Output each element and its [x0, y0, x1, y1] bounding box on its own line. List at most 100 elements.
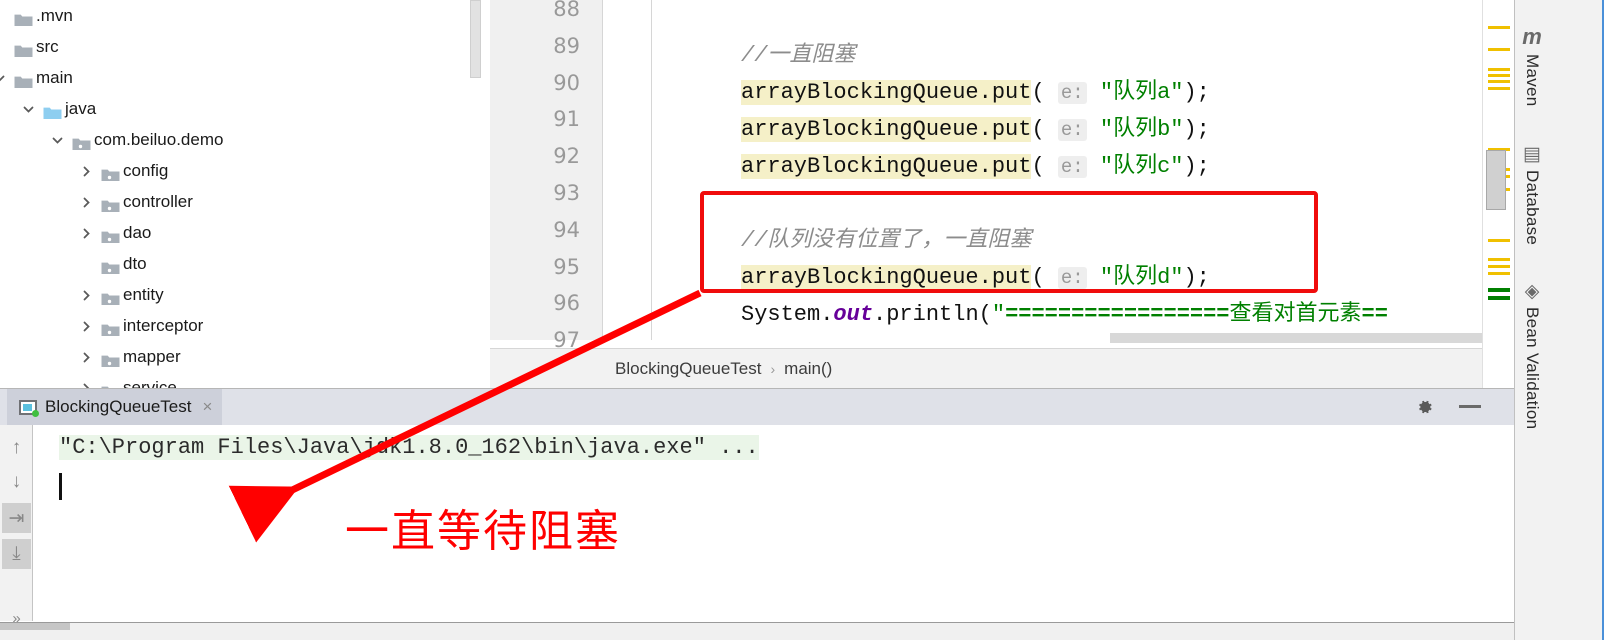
editor-marker-strip[interactable] [1482, 0, 1514, 388]
warning-marker[interactable] [1488, 48, 1510, 51]
chinese-text: 查看对首元素 [1229, 302, 1362, 327]
run-tab-bar: BlockingQueueTest × [0, 389, 1514, 425]
line-number: 89 [553, 33, 580, 58]
right-tool-window-bar[interactable]: m Maven ▤ Database ◈ Bean Validation [1514, 0, 1604, 640]
console-toolbar[interactable]: ↑ ↓ ⇥ ⤓» [0, 425, 33, 627]
tool-window-button-bean-validation[interactable]: ◈ Bean Validation [1515, 282, 1549, 429]
paren-close: ); [1183, 117, 1210, 142]
folder-icon [101, 310, 120, 341]
paren-open: ( [1031, 154, 1045, 179]
breadcrumb-method[interactable]: main() [784, 359, 832, 379]
tree-item-com-beiluo-demo[interactable]: com.beiluo.demo [0, 124, 470, 155]
annotation-label: 一直等待阻塞 [345, 506, 621, 557]
method-call: arrayBlockingQueue.put [741, 265, 1032, 290]
warning-marker[interactable] [1488, 68, 1510, 71]
marker-strip-thumb[interactable] [1486, 150, 1506, 210]
project-tree-panel[interactable]: .mvn src main java com.beiluo.demo config cont… [0, 0, 470, 388]
parameter-hint: e: [1057, 119, 1087, 141]
arrow-up-icon[interactable]: ↑ [2, 433, 31, 463]
chevron-right-icon[interactable] [79, 341, 93, 372]
database-icon: ▤ [1523, 144, 1541, 165]
folder-icon [101, 217, 120, 248]
string-marker[interactable] [1488, 296, 1510, 300]
tree-item-label: main [36, 68, 73, 87]
tree-item-service[interactable]: service [0, 372, 470, 388]
tree-item-entity[interactable]: entity [0, 279, 470, 310]
scroll-to-end-icon[interactable]: ⤓ [2, 539, 31, 569]
console-caret [59, 473, 62, 500]
paren-close: ); [1183, 154, 1210, 179]
warning-marker[interactable] [1488, 26, 1510, 29]
line-number: 88 [553, 0, 580, 21]
chevron-right-icon[interactable] [79, 310, 93, 341]
chevron-right-icon[interactable] [79, 372, 93, 388]
chevron-down-icon[interactable] [0, 62, 6, 93]
project-tree-gutter [482, 0, 490, 388]
editor-fold-gutter[interactable] [603, 0, 652, 340]
chevron-down-icon[interactable] [21, 93, 35, 124]
tree-item-mapper[interactable]: mapper [0, 341, 470, 372]
code-comment-line: //一直阻塞 [741, 36, 855, 68]
comment-text: //一直阻塞 [741, 43, 856, 68]
breadcrumb-class[interactable]: BlockingQueueTest [615, 359, 761, 379]
warning-marker[interactable] [1488, 265, 1510, 268]
tree-item-controller[interactable]: controller [0, 186, 470, 217]
status-bar-indicator [0, 623, 70, 630]
run-tool-window[interactable]: BlockingQueueTest × ↑ ↓ ⇥ ⤓» "C:\Program Fi… [0, 388, 1514, 627]
tree-item-main[interactable]: main [0, 62, 470, 93]
console-output-area[interactable]: "C:\Program Files\Java\jdk1.8.0_162\bin\… [34, 425, 1514, 620]
run-tab-blockingqueuetest[interactable]: BlockingQueueTest × [7, 389, 223, 425]
warning-marker[interactable] [1488, 272, 1510, 275]
folder-icon [101, 186, 120, 217]
tool-window-button-database[interactable]: ▤ Database [1515, 145, 1549, 245]
tree-item-config[interactable]: config [0, 155, 470, 186]
warning-marker[interactable] [1488, 87, 1510, 90]
project-tree-scrollbar[interactable] [470, 0, 481, 78]
breadcrumb-separator-icon: › [770, 360, 776, 377]
tool-window-button-maven[interactable]: m Maven [1515, 26, 1549, 107]
breadcrumb[interactable]: BlockingQueueTest › main() [490, 348, 1504, 388]
gear-icon[interactable] [1416, 398, 1434, 416]
tree-item-java[interactable]: java [0, 93, 470, 124]
warning-marker[interactable] [1488, 239, 1510, 242]
run-tab-label: BlockingQueueTest [45, 397, 192, 416]
tree-item-label: mapper [123, 347, 181, 366]
close-icon[interactable]: × [202, 397, 212, 417]
folder-icon [101, 248, 120, 279]
chevron-right-icon[interactable] [79, 186, 93, 217]
string-argument: "队列c" [1099, 154, 1184, 179]
equals-separator-tail: == [1361, 302, 1388, 327]
warning-marker[interactable] [1488, 74, 1510, 77]
line-number: 92 [553, 144, 580, 169]
tree-item-label: entity [123, 285, 164, 304]
string-argument: "队列d" [1099, 265, 1184, 290]
chevron-right-icon[interactable] [79, 279, 93, 310]
tree-item-interceptor[interactable]: interceptor [0, 310, 470, 341]
code-statement-line: arrayBlockingQueue.put( e: "队列d"); [741, 258, 1210, 290]
code-println-line: System.out.println("=================查看对… [741, 295, 1388, 327]
tree-item-label: java [65, 99, 97, 118]
method-call: arrayBlockingQueue.put [741, 154, 1032, 179]
warning-marker[interactable] [1488, 80, 1510, 83]
chevron-right-icon[interactable] [79, 155, 93, 186]
out-field: out [833, 302, 874, 327]
chevron-right-icon[interactable] [79, 217, 93, 248]
code-comment-line: //队列没有位置了，一直阻塞 [741, 221, 1031, 253]
bean-validation-icon: ◈ [1524, 281, 1540, 302]
minimize-icon[interactable] [1459, 405, 1481, 408]
arrow-down-icon[interactable]: ↓ [2, 467, 31, 497]
soft-wrap-icon[interactable]: ⇥ [2, 503, 31, 533]
paren-close: ); [1183, 80, 1210, 105]
chevron-down-icon[interactable] [50, 124, 64, 155]
tool-window-label: Bean Validation [1523, 307, 1542, 430]
paren-open: ( [1031, 117, 1045, 142]
code-content-area[interactable]: //一直阻塞 arrayBlockingQueue.put( e: "队列a");… [653, 0, 1504, 330]
string-marker[interactable] [1488, 288, 1510, 292]
tree-item--mvn[interactable]: .mvn [0, 0, 470, 31]
tree-item-src[interactable]: src [0, 31, 470, 62]
warning-marker[interactable] [1488, 258, 1510, 261]
code-editor[interactable]: 88 89 90 91 92 93 94 95 96 97 //一直阻塞 arrayBlocking… [490, 0, 1604, 388]
tree-item-dao[interactable]: dao [0, 217, 470, 248]
tree-item-dto[interactable]: dto [0, 248, 470, 279]
tree-item-label: service [123, 378, 177, 388]
